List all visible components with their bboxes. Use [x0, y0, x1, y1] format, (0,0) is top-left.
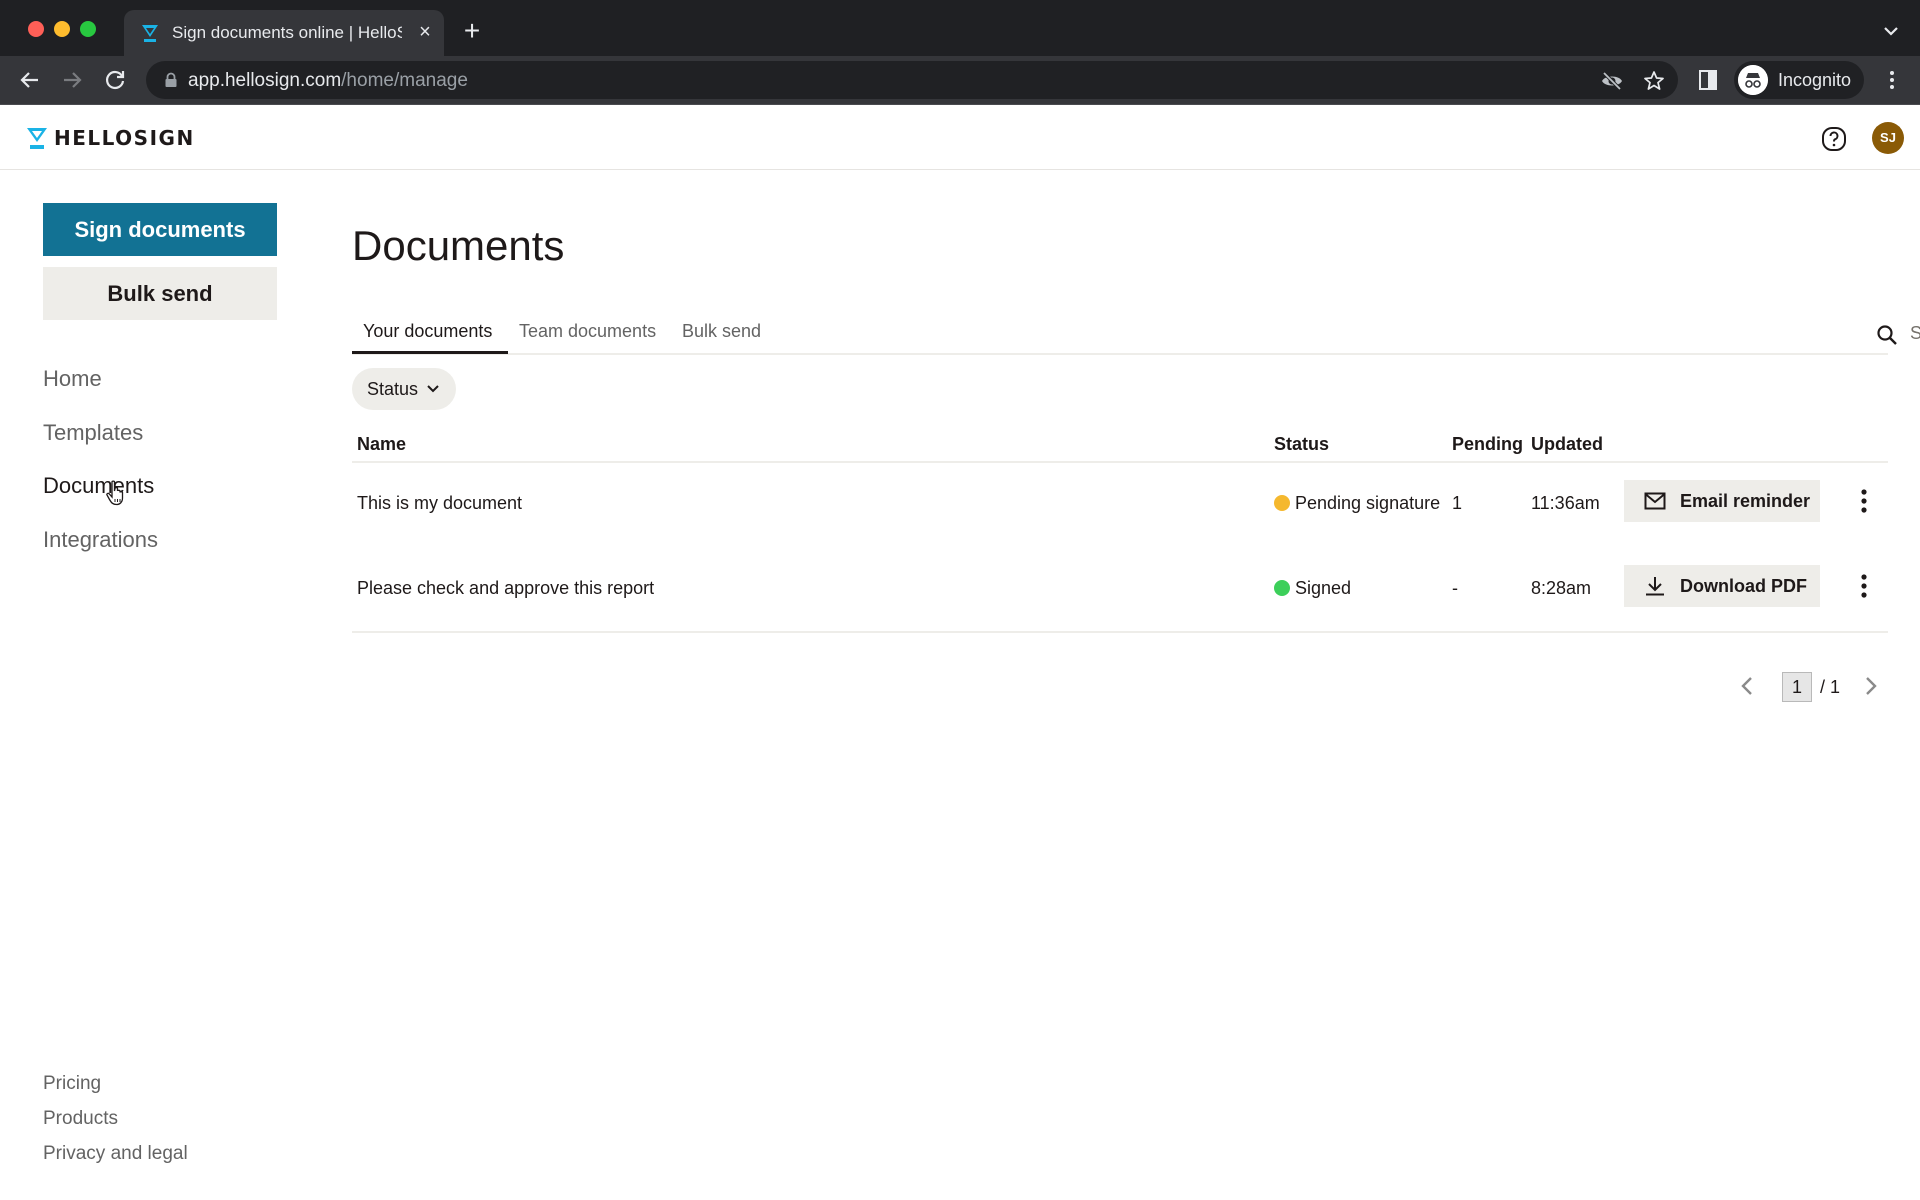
pending-count: -: [1452, 578, 1458, 598]
sidebar-item-templates[interactable]: Templates: [43, 418, 158, 472]
pagination: 1 / 1: [1736, 668, 1896, 704]
hand-pointer-cursor-icon: [106, 480, 124, 506]
hellosign-logo[interactable]: HELLOSIGN: [26, 125, 195, 151]
incognito-icon: [1738, 65, 1768, 95]
download-icon: [1646, 577, 1664, 596]
status-filter-dropdown[interactable]: Status: [352, 368, 456, 410]
footer-link-privacy-legal[interactable]: Privacy and legal: [43, 1141, 188, 1176]
current-page-input[interactable]: 1: [1782, 672, 1812, 702]
browser-toolbar: app.hellosign.com/home/manage Incognito: [0, 56, 1920, 105]
row-more-options-icon[interactable]: [1852, 570, 1876, 602]
logo-text: HELLOSIGN: [54, 126, 195, 150]
column-header-status[interactable]: Status: [1274, 434, 1329, 455]
user-avatar[interactable]: SJ: [1872, 122, 1904, 154]
sidebar-item-documents[interactable]: Documents: [43, 471, 158, 525]
active-tab-indicator: [352, 351, 508, 354]
table-header: Name Status Pending Updated: [352, 430, 1888, 463]
incognito-label: Incognito: [1778, 70, 1852, 90]
total-pages: / 1: [1820, 677, 1841, 697]
tab-search-chevron-icon[interactable]: [1880, 20, 1902, 42]
footer-link-products[interactable]: Products: [43, 1106, 188, 1141]
hellosign-favicon-icon: [142, 25, 158, 42]
search-icon: [1877, 325, 1897, 345]
sign-documents-button[interactable]: Sign documents: [43, 203, 277, 256]
sidebar-item-home[interactable]: Home: [43, 364, 158, 418]
tracking-protection-eye-off-icon[interactable]: [1600, 69, 1624, 93]
reload-icon[interactable]: [101, 66, 129, 94]
status-dot-pending: [1274, 495, 1290, 511]
side-panel-icon[interactable]: [1696, 68, 1720, 92]
footer-link-pricing[interactable]: Pricing: [43, 1071, 188, 1106]
document-name[interactable]: This is my document: [357, 493, 522, 514]
tab-close-icon[interactable]: ×: [414, 21, 436, 43]
browser-tabstrip: Sign documents online | HelloS × +: [0, 0, 1920, 56]
pending-count: 1: [1452, 493, 1463, 513]
hellosign-logo-icon: [27, 128, 47, 149]
status-dot-signed: [1274, 580, 1290, 596]
status-badge: Pending signature: [1274, 493, 1440, 514]
search-input[interactable]: [1910, 317, 1920, 349]
email-reminder-button[interactable]: Email reminder: [1624, 480, 1820, 522]
browser-menu-kebab-icon[interactable]: [1880, 68, 1904, 92]
sidebar-item-integrations[interactable]: Integrations: [43, 525, 158, 579]
column-header-updated[interactable]: Updated: [1531, 434, 1603, 455]
tab-your-documents[interactable]: Your documents: [363, 321, 492, 342]
updated-time: 8:28am: [1531, 578, 1592, 598]
tab-bulk-send[interactable]: Bulk send: [682, 321, 761, 342]
document-name[interactable]: Please check and approve this report: [357, 578, 654, 599]
next-page-chevron-icon[interactable]: [1858, 674, 1882, 698]
bookmark-star-icon[interactable]: [1642, 69, 1666, 93]
status-filter-label: Status: [367, 379, 419, 399]
updated-time: 11:36am: [1531, 493, 1600, 513]
sidebar-footer: Pricing Products Privacy and legal: [43, 1071, 188, 1176]
forward-arrow-icon[interactable]: [58, 66, 86, 94]
table-row[interactable]: Please check and approve this report Sig…: [352, 548, 1888, 633]
incognito-profile-button[interactable]: Incognito: [1734, 61, 1864, 99]
row-more-options-icon[interactable]: [1852, 485, 1876, 517]
lock-icon[interactable]: [164, 72, 178, 88]
tab-team-documents[interactable]: Team documents: [519, 321, 656, 342]
chevron-down-icon: [427, 385, 439, 393]
documents-table: Name Status Pending Updated This is my d…: [352, 430, 1888, 633]
back-arrow-icon[interactable]: [16, 66, 44, 94]
app-header: HELLOSIGN SJ: [0, 105, 1920, 170]
table-row[interactable]: This is my document Pending signature 1 …: [352, 463, 1888, 548]
sidebar-nav: Home Templates Documents Integrations: [43, 364, 158, 578]
status-badge: Signed: [1274, 578, 1351, 599]
envelope-icon: [1644, 492, 1666, 510]
browser-tab-active[interactable]: Sign documents online | HelloS ×: [124, 10, 444, 56]
help-question-icon[interactable]: [1821, 126, 1847, 152]
url-text[interactable]: app.hellosign.com/home/manage: [188, 70, 468, 92]
bulk-send-button[interactable]: Bulk send: [43, 267, 277, 320]
column-header-name[interactable]: Name: [357, 434, 406, 455]
address-bar[interactable]: app.hellosign.com/home/manage: [146, 61, 1678, 99]
documents-tabs: Your documents Team documents Bulk send: [352, 312, 1920, 355]
window-close-button[interactable]: [28, 21, 44, 37]
column-header-pending[interactable]: Pending: [1452, 434, 1523, 455]
window-zoom-button[interactable]: [80, 21, 96, 37]
download-pdf-button[interactable]: Download PDF: [1624, 565, 1820, 607]
page-title: Documents: [352, 222, 565, 269]
tab-title: Sign documents online | HelloS: [172, 23, 402, 42]
window-minimize-button[interactable]: [54, 21, 70, 37]
previous-page-chevron-icon[interactable]: [1736, 674, 1760, 698]
new-tab-button[interactable]: +: [458, 17, 486, 46]
